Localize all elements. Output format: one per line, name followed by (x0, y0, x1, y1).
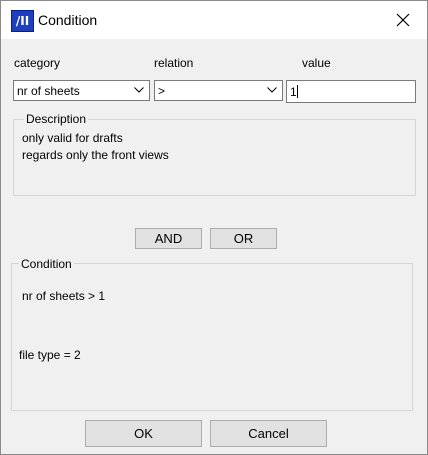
category-select-value: nr of sheets (17, 84, 80, 98)
relation-select-value: > (158, 84, 166, 98)
relation-label: relation (154, 56, 194, 70)
text-caret (296, 85, 298, 98)
ok-button[interactable]: OK (85, 420, 202, 447)
value-label: value (302, 56, 331, 70)
relation-select[interactable]: > (154, 80, 283, 101)
cancel-button[interactable]: Cancel (210, 420, 327, 447)
and-button[interactable]: AND (135, 228, 202, 249)
chevron-down-icon (267, 87, 277, 93)
value-input-text: 1 (290, 85, 298, 99)
category-select[interactable]: nr of sheets (13, 80, 150, 101)
description-legend: Description (24, 112, 89, 126)
condition-dialog: /II Condition category relation value nr… (0, 0, 428, 455)
condition-group (11, 263, 413, 411)
category-label: category (14, 56, 61, 70)
condition-legend: Condition (19, 257, 74, 271)
description-line: only valid for drafts (22, 131, 123, 145)
chevron-down-icon (134, 87, 144, 93)
condition-line: nr of sheets > 1 (22, 289, 106, 303)
title-bar: /II Condition (1, 1, 427, 39)
or-button[interactable]: OR (210, 228, 277, 249)
close-button[interactable] (389, 7, 417, 33)
close-icon (396, 13, 410, 27)
description-line: regards only the front views (22, 148, 169, 162)
value-input[interactable]: 1 (286, 80, 416, 103)
app-logo-icon: /II (11, 10, 34, 32)
condition-line: file type = 2 (19, 348, 81, 362)
window-title: Condition (38, 12, 98, 28)
